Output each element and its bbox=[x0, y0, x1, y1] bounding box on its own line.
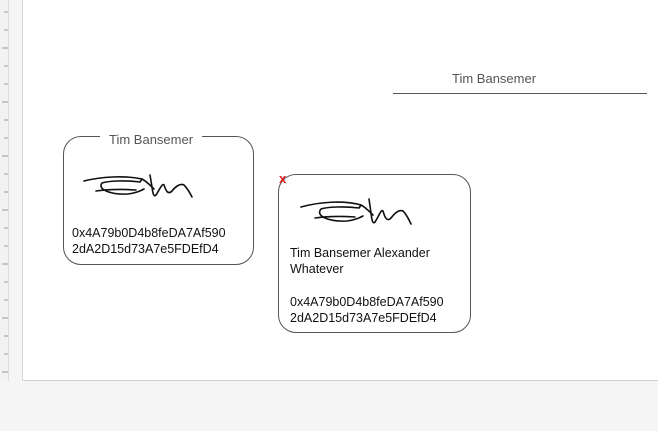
signature-line-name: Tim Bansemer bbox=[452, 71, 537, 86]
signature-card[interactable]: Tim Bansemer 0x4A79b0D4b8feDA7Af590 2dA2… bbox=[63, 132, 254, 265]
wallet-address: 0x4A79b0D4b8feDA7Af590 2dA2D15d73A7e5FDE… bbox=[72, 225, 226, 257]
signature-line[interactable] bbox=[393, 93, 647, 94]
remove-signature-close-icon[interactable]: x bbox=[279, 172, 286, 186]
ruler-ticks bbox=[2, 11, 8, 373]
vertical-ruler bbox=[0, 0, 9, 381]
handwritten-signature bbox=[83, 174, 193, 198]
wallet-address-line-2: 2dA2D15d73A7e5FDEfD4 bbox=[290, 311, 437, 325]
wallet-address: 0x4A79b0D4b8feDA7Af590 2dA2D15d73A7e5FDE… bbox=[290, 294, 444, 326]
wallet-address-line-1: 0x4A79b0D4b8feDA7Af590 bbox=[290, 295, 444, 309]
wallet-address-line-2: 2dA2D15d73A7e5FDEfD4 bbox=[72, 242, 219, 256]
signature-card-title: Tim Bansemer bbox=[100, 132, 203, 147]
handwritten-signature bbox=[300, 198, 412, 225]
signer-full-name: Tim Bansemer Alexander Whatever bbox=[290, 246, 430, 276]
wallet-address-line-1: 0x4A79b0D4b8feDA7Af590 bbox=[72, 226, 226, 240]
selected-signature-card[interactable]: Tim Bansemer Alexander Whatever 0x4A79b0… bbox=[278, 174, 471, 333]
